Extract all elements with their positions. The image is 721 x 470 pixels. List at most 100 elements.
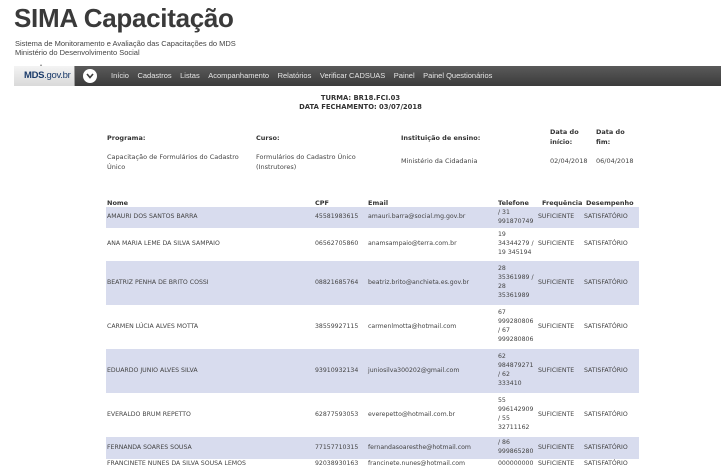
nav-link-relatorios[interactable]: Relatórios: [278, 71, 312, 80]
telefone-line: 62: [498, 353, 506, 361]
column-header-cpf[interactable]: CPF: [315, 199, 329, 207]
cell-telefone: / 86 999865280: [498, 439, 533, 457]
telefone-line: 28: [498, 283, 506, 290]
cell-desempenho: SATISFATÓRIO: [584, 366, 628, 374]
data-inicio-label: Data do início:: [550, 128, 579, 146]
cell-frequencia: SUFICIENTE: [538, 410, 575, 418]
nav-link-painel[interactable]: Painel: [394, 71, 415, 80]
cell-frequencia: SUFICIENTE: [538, 460, 575, 468]
table-row[interactable]: BEATRIZ PENHA DE BRITO COSSI 08821685764 b…: [106, 261, 639, 305]
closing-date: DATA FECHAMENTO: 03/07/2018: [299, 103, 422, 111]
cell-nome: EDUARDO JUNIO ALVES SILVA: [107, 366, 198, 374]
telefone-line: 333410: [498, 379, 522, 387]
telefone-line: / 31: [498, 208, 510, 216]
cell-cpf: 62877593053: [315, 410, 359, 418]
cell-nome: EVERALDO BRUM REPETTO: [107, 410, 191, 418]
cell-cpf: 38559927115: [315, 322, 359, 330]
cell-cpf: 77157710315: [315, 443, 359, 451]
table-row[interactable]: ANA MARIA LEME DA SILVA SAMPAIO 065627058…: [106, 228, 639, 261]
cell-cpf: 45581983615: [315, 213, 359, 221]
telefone-line: 999865280: [498, 448, 534, 455]
data-fim-value: 06/04/2018: [596, 157, 634, 165]
nav-link-acompanhamento[interactable]: Acompanhamento: [208, 71, 269, 80]
column-header-frequencia[interactable]: Frequência: [542, 199, 582, 207]
telefone-line: 35361989 /: [498, 274, 534, 282]
telefone-line: 991870749: [498, 217, 534, 225]
cell-telefone: 62 984879271/ 62 333410: [498, 353, 533, 389]
telefone-line: 999280806: [498, 318, 534, 326]
cell-email: francinete.nunes@hotmail.com: [368, 460, 466, 468]
cell-nome: CARMEN LÚCIA ALVES MOTTA: [107, 322, 199, 330]
table-row[interactable]: FRANCINETE NUNES DA SILVA SOUSA LEMOS 920…: [106, 459, 639, 470]
table-row[interactable]: EVERALDO BRUM REPETTO 62877593053 everepet…: [106, 393, 639, 437]
curso-label: Curso:: [256, 134, 280, 142]
cell-telefone: 000000000: [498, 460, 533, 469]
table-row[interactable]: CARMEN LÚCIA ALVES MOTTA 38559927115 carme…: [106, 305, 639, 349]
cell-frequencia: SUFICIENTE: [538, 366, 575, 374]
cell-telefone: / 31 991870749: [498, 209, 533, 227]
cell-nome: FERNANDA SOARES SOUSA: [107, 443, 192, 451]
menu-toggle-button[interactable]: [83, 69, 97, 83]
turma-header: TURMA: BR18.FCI.03 DATA FECHAMENTO: 03/0…: [0, 94, 721, 112]
nav-link-listas[interactable]: Listas: [180, 71, 200, 80]
table-row[interactable]: EDUARDO JUNIO ALVES SILVA 93910932134 juni…: [106, 349, 639, 393]
cell-cpf: 08821685764: [315, 278, 359, 286]
telefone-line: / 67: [498, 327, 510, 334]
chevron-down-icon: [86, 73, 94, 79]
turma-code: TURMA: BR18.FCI.03: [320, 94, 401, 102]
column-header-desempenho[interactable]: Desempenho: [586, 199, 634, 207]
cell-frequencia: SUFICIENTE: [538, 278, 575, 286]
cell-desempenho: SATISFATÓRIO: [584, 322, 628, 330]
column-header-nome[interactable]: Nome: [107, 199, 128, 207]
telefone-line: 984879271: [498, 362, 534, 370]
telefone-line: 19: [498, 231, 506, 239]
cell-email: carmenlmotta@hotmail.com: [368, 322, 457, 330]
cell-telefone: 28 35361989 /28 35361989: [498, 265, 534, 301]
cell-desempenho: SATISFATÓRIO: [584, 460, 628, 468]
telefone-line: 996142909: [498, 406, 534, 414]
cell-frequencia: SUFICIENTE: [538, 322, 575, 330]
telefone-line: 28: [498, 265, 506, 273]
nav-link-inicio[interactable]: Início: [111, 71, 129, 80]
cell-desempenho: SATISFATÓRIO: [584, 278, 628, 286]
nav-link-verificar-cadsuas[interactable]: Verificar CADSUAS: [320, 71, 385, 80]
table-row[interactable]: FERNANDA SOARES SOUSA 77157710315 fernanda…: [106, 437, 639, 459]
telefone-line: 32711162: [498, 423, 530, 431]
column-header-email[interactable]: Email: [368, 199, 388, 207]
telefone-line: 67: [498, 309, 506, 317]
column-header-telefone[interactable]: Telefone: [498, 199, 529, 207]
mds-logo[interactable]: MDS.gov.br: [14, 66, 75, 86]
cell-telefone: 55 996142909/ 55 32711162: [498, 397, 533, 433]
nav-link-painel-questionarios[interactable]: Painel Questionários: [423, 71, 492, 80]
telefone-line: 35361989: [498, 291, 530, 299]
cell-telefone: 67 999280806/ 67 999280806: [498, 309, 533, 345]
logo-text: MDS.gov.br: [24, 70, 71, 81]
nav-links: Início Cadastros Listas Acompanhamento Relat…: [111, 71, 501, 80]
cell-email: fernandasoaresthe@hotmail.com: [368, 443, 471, 451]
cell-desempenho: SATISFATÓRIO: [584, 443, 628, 451]
cell-email: juniosilva300202@gmail.com: [368, 366, 460, 374]
cell-nome: BEATRIZ PENHA DE BRITO COSSI: [107, 278, 209, 286]
cell-email: anamsampaio@terra.com.br: [368, 240, 457, 248]
table-row[interactable]: AMAURI DOS SANTOS BARRA 45581983615 amauri…: [106, 207, 639, 228]
cell-frequencia: SUFICIENTE: [538, 443, 575, 451]
telefone-line: 55: [498, 397, 506, 405]
telefone-line: 19 345194: [498, 248, 532, 256]
app-subtitle: Sistema de Monitoramento e Avaliação das…: [15, 39, 236, 57]
data-fim-label: Data do fim:: [596, 128, 625, 146]
instituicao-label: Instituição de ensino:: [401, 134, 481, 142]
cell-desempenho: SATISFATÓRIO: [584, 410, 628, 418]
nav-link-cadastros[interactable]: Cadastros: [137, 71, 171, 80]
app-title: SIMA Capacitação: [14, 3, 234, 33]
cell-desempenho: SATISFATÓRIO: [584, 240, 628, 248]
cell-frequencia: SUFICIENTE: [538, 240, 575, 248]
cell-email: everepetto@hotmail.com.br: [368, 410, 456, 418]
cell-cpf: 92038930163: [315, 460, 359, 468]
cell-frequencia: SUFICIENTE: [538, 213, 575, 221]
telefone-line: / 55: [498, 415, 510, 422]
curso-value: Formulários do Cadastro Único (Instrutor…: [256, 153, 356, 171]
cell-cpf: 06562705860: [315, 240, 359, 248]
telefone-line: 34344279 /: [498, 240, 534, 248]
main-navbar: MDS.gov.br Início Cadastros Listas Acompanh…: [14, 66, 721, 86]
programa-value: Capacitação de Formulários do Cadastro Ú…: [107, 153, 239, 171]
